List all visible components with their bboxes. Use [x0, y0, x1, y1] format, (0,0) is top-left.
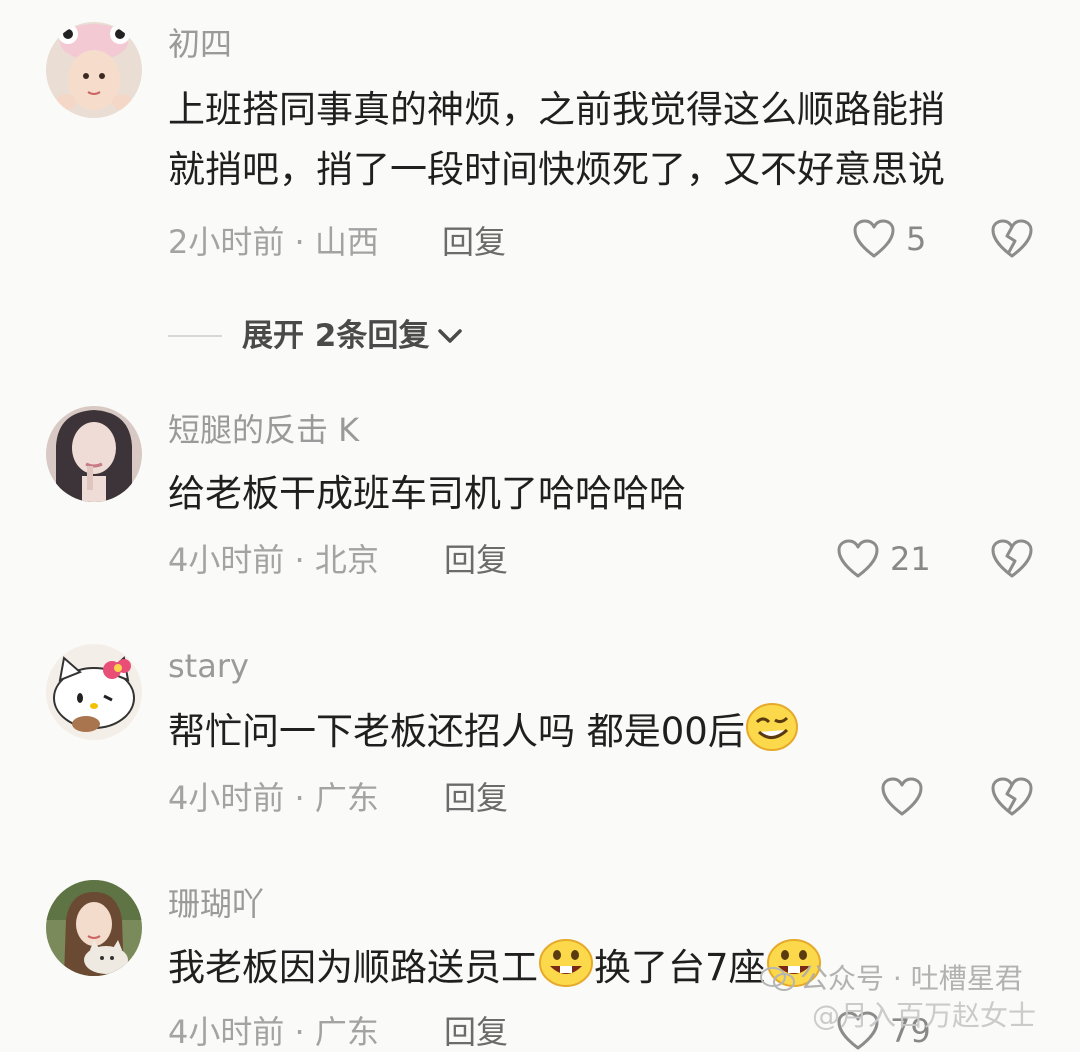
heart-icon [881, 777, 923, 816]
comment-text: 帮忙问一下老板还招人吗 都是00后 [168, 702, 1028, 762]
watermark-weibo: @月入百万赵女士 [812, 999, 1037, 1032]
username[interactable]: 短腿的反击 K [168, 410, 359, 450]
dislike-button[interactable] [990, 776, 1034, 818]
heart-icon [837, 539, 879, 578]
reply-button[interactable]: 回复 [444, 1012, 508, 1052]
comment-line: 上班搭同事真的神烦，之前我觉得这么顺路能捎 [168, 88, 945, 131]
avatar[interactable] [46, 22, 142, 118]
broken-heart-icon [991, 219, 1033, 258]
avatar[interactable] [46, 406, 142, 502]
comment-meta: 4小时前 · 广东 [168, 1013, 379, 1051]
girl-with-cat-avatar-icon [46, 880, 142, 976]
broken-heart-icon [991, 777, 1033, 816]
broken-heart-icon [991, 539, 1033, 578]
comment-meta: 4小时前 · 广东 [168, 779, 379, 817]
comment-meta: 4小时前 · 北京 [168, 541, 379, 579]
divider [168, 335, 222, 337]
watermark-wechat: 公众号 · 吐槽星君 [760, 962, 1023, 996]
expand-replies-button[interactable]: 展开 2条回复 [168, 316, 465, 356]
username[interactable]: 初四 [168, 24, 232, 64]
like-button[interactable]: 21 [836, 538, 931, 580]
like-count: 21 [890, 540, 931, 578]
dislike-button[interactable] [990, 538, 1034, 580]
comment-line: 换了台7座 [594, 946, 766, 989]
reply-button[interactable]: 回复 [442, 222, 506, 262]
avatar[interactable] [46, 880, 142, 976]
avatar[interactable] [46, 644, 142, 740]
woman-dark-hair-avatar-icon [46, 406, 142, 502]
like-button[interactable] [880, 776, 934, 818]
reply-button[interactable]: 回复 [444, 778, 508, 818]
comment-line: 我老板因为顺路送员工 [168, 946, 538, 989]
hello-kitty-avatar-icon [46, 644, 142, 740]
sly-smile-emoji-icon [745, 703, 798, 751]
comment-line: 就捎吧，捎了一段时间快烦死了，又不好意思说 [168, 148, 945, 191]
heart-icon [853, 219, 895, 258]
girl-cat-ears-avatar-icon [46, 22, 142, 118]
dislike-button[interactable] [990, 218, 1034, 260]
watermark-text: 公众号 · 吐槽星君 [800, 962, 1023, 995]
username[interactable]: stary [168, 646, 249, 686]
reply-button[interactable]: 回复 [444, 540, 508, 580]
grinning-teeth-emoji-icon [539, 939, 593, 987]
comment-text: 上班搭同事真的神烦，之前我觉得这么顺路能捎 就捎吧，捎了一段时间快烦死了，又不好… [168, 80, 1028, 200]
like-button[interactable]: 5 [852, 218, 926, 260]
expand-replies-label: 展开 2条回复 [242, 318, 430, 354]
username[interactable]: 珊瑚吖 [168, 884, 264, 924]
comment-line: 帮忙问一下老板还招人吗 都是00后 [168, 710, 745, 753]
comment-line: 给老板干成班车司机了哈哈哈哈 [168, 472, 686, 515]
comment-text: 给老板干成班车司机了哈哈哈哈 [168, 464, 1028, 524]
wechat-icon [760, 967, 795, 991]
chevron-down-icon [438, 329, 463, 343]
comment-meta: 2小时前 · 山西 [168, 223, 379, 261]
like-count: 5 [906, 220, 927, 258]
